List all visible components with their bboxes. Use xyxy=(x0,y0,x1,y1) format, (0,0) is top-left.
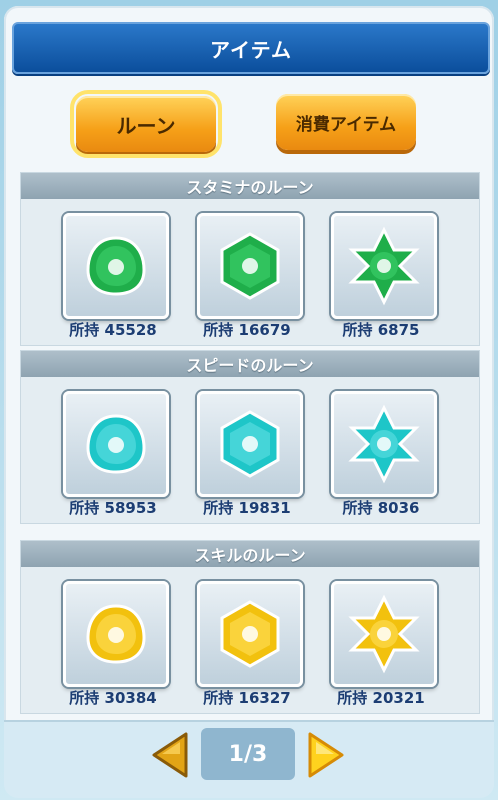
section-speed-rune: スピードのルーン 所持 58953 所持 19831 所持 8036 xyxy=(20,350,480,524)
round-rune-icon xyxy=(86,604,146,664)
rune-slot[interactable]: 所持 19831 xyxy=(197,391,303,517)
star-rune-icon xyxy=(348,404,420,484)
tab-consumable-items[interactable]: 消費アイテム xyxy=(276,94,416,150)
rune-count: 所持 58953 xyxy=(69,499,157,517)
rune-box[interactable] xyxy=(331,581,437,687)
hexagon-rune-icon xyxy=(220,410,280,478)
rune-count: 所持 8036 xyxy=(342,499,420,517)
section-title: スキルのルーン xyxy=(21,541,479,567)
left-arrow-icon[interactable] xyxy=(150,730,190,780)
rune-slot[interactable]: 所持 8036 xyxy=(331,391,437,517)
rune-slot[interactable]: 所持 16327 xyxy=(197,581,303,707)
star-rune-icon xyxy=(348,226,420,306)
rune-count: 所持 16679 xyxy=(203,321,291,339)
round-rune-icon xyxy=(86,236,146,296)
hexagon-rune-icon xyxy=(220,232,280,300)
section-stamina-rune: スタミナのルーン 所持 45528 所持 16679 所持 6875 xyxy=(20,172,480,346)
rune-box[interactable] xyxy=(197,213,303,319)
hexagon-rune-icon xyxy=(220,600,280,668)
star-rune-icon xyxy=(348,594,420,674)
rune-box[interactable] xyxy=(197,391,303,497)
rune-box[interactable] xyxy=(63,391,169,497)
rune-count: 所持 6875 xyxy=(342,321,420,339)
tab-rune[interactable]: ルーン xyxy=(70,90,222,158)
section-skill-rune: スキルのルーン 所持 30384 所持 16327 所持 20321 xyxy=(20,540,480,714)
rune-box[interactable] xyxy=(331,391,437,497)
rune-slot[interactable]: 所持 45528 xyxy=(63,213,169,339)
page-title: アイテム xyxy=(12,22,490,74)
rune-box[interactable] xyxy=(197,581,303,687)
round-rune-icon xyxy=(86,414,146,474)
rune-box[interactable] xyxy=(331,213,437,319)
rune-slot[interactable]: 所持 20321 xyxy=(331,581,437,707)
rune-slot[interactable]: 所持 30384 xyxy=(63,581,169,707)
rune-slot[interactable]: 所持 16679 xyxy=(197,213,303,339)
section-title: スピードのルーン xyxy=(21,351,479,377)
rune-count: 所持 20321 xyxy=(337,689,425,707)
rune-count: 所持 19831 xyxy=(203,499,291,517)
rune-count: 所持 16327 xyxy=(203,689,291,707)
page-indicator: 1/3 xyxy=(201,728,295,780)
rune-slot[interactable]: 所持 6875 xyxy=(331,213,437,339)
rune-count: 所持 30384 xyxy=(69,689,157,707)
rune-count: 所持 45528 xyxy=(69,321,157,339)
rune-slot[interactable]: 所持 58953 xyxy=(63,391,169,517)
section-title: スタミナのルーン xyxy=(21,173,479,199)
right-arrow-icon[interactable] xyxy=(306,730,346,780)
rune-box[interactable] xyxy=(63,581,169,687)
rune-box[interactable] xyxy=(63,213,169,319)
